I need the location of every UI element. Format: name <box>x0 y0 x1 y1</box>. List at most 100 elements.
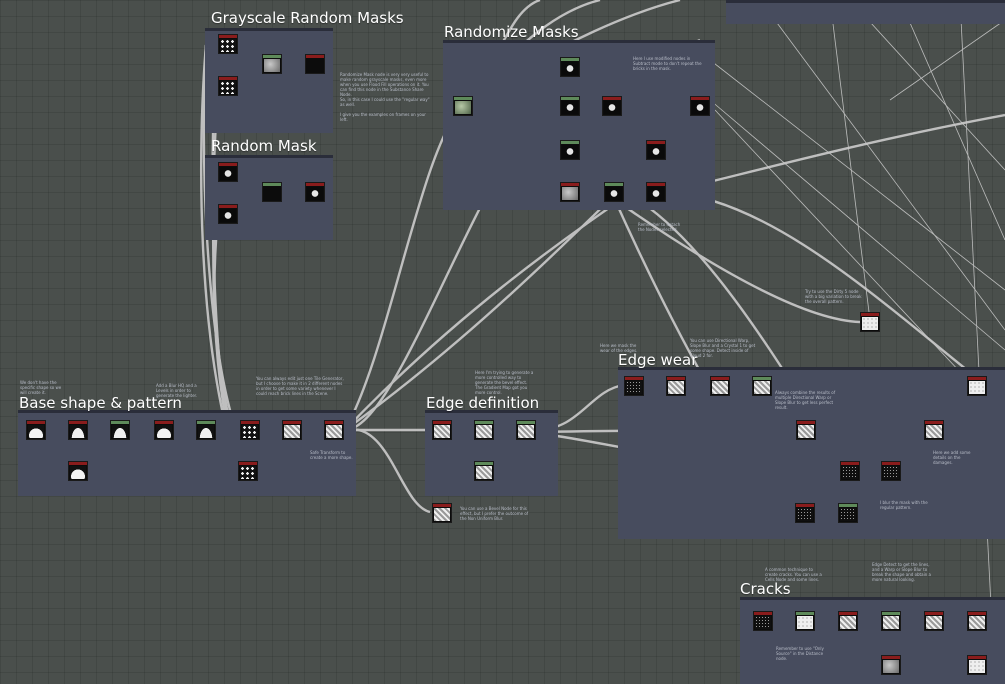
comment-note: You can always edit just one Tile Genera… <box>256 376 344 396</box>
frame-cracks[interactable] <box>740 597 1005 684</box>
node-header <box>753 377 771 380</box>
node-header <box>925 612 943 615</box>
node[interactable] <box>262 182 282 202</box>
node-header <box>561 183 579 186</box>
node[interactable] <box>282 420 302 440</box>
node[interactable] <box>796 420 816 440</box>
node[interactable] <box>305 182 325 202</box>
node-header <box>69 421 87 424</box>
node-header <box>667 377 685 380</box>
node-header <box>306 183 324 186</box>
node[interactable] <box>795 611 815 631</box>
node[interactable] <box>218 34 238 54</box>
node[interactable] <box>560 182 580 202</box>
node-header <box>219 163 237 166</box>
node[interactable] <box>646 182 666 202</box>
frame-title-edge-definition: Edge definition <box>426 394 540 412</box>
node-header <box>517 421 535 424</box>
node-header <box>239 462 257 465</box>
node[interactable] <box>666 376 686 396</box>
comment-note: Here we mask the wear of the edges. <box>600 343 638 353</box>
node-thumbnail <box>926 425 942 438</box>
node[interactable] <box>604 182 624 202</box>
node-header <box>797 421 815 424</box>
node[interactable] <box>453 96 473 116</box>
node[interactable] <box>924 420 944 440</box>
node[interactable] <box>924 611 944 631</box>
frame-title-edge-wear: Edge wear <box>618 351 698 369</box>
node[interactable] <box>624 376 644 396</box>
node[interactable] <box>68 461 88 481</box>
comment-note: Randomize Mask node is very very useful … <box>340 72 429 97</box>
node[interactable] <box>967 655 987 675</box>
node-thumbnail <box>112 425 128 438</box>
node[interactable] <box>110 420 130 440</box>
node[interactable] <box>474 420 494 440</box>
comment-note: We don't have the specific shape so we w… <box>20 380 62 395</box>
node[interactable] <box>432 420 452 440</box>
node[interactable] <box>560 140 580 160</box>
node-thumbnail <box>562 62 578 75</box>
node-thumbnail <box>562 101 578 114</box>
frame-title-grayscale-random-masks: Grayscale Random Masks <box>211 9 404 27</box>
node-thumbnail <box>455 101 471 114</box>
node[interactable] <box>240 420 260 440</box>
node[interactable] <box>881 655 901 675</box>
node-header <box>27 421 45 424</box>
node[interactable] <box>432 503 452 523</box>
node[interactable] <box>710 376 730 396</box>
node[interactable] <box>840 461 860 481</box>
node[interactable] <box>753 611 773 631</box>
node-thumbnail <box>264 59 280 72</box>
node[interactable] <box>218 76 238 96</box>
node[interactable] <box>967 376 987 396</box>
comment-note: Here I use modified nodes in Subtract mo… <box>633 56 702 71</box>
node[interactable] <box>218 204 238 224</box>
node[interactable] <box>967 611 987 631</box>
node[interactable] <box>474 461 494 481</box>
node[interactable] <box>838 611 858 631</box>
node[interactable] <box>305 54 325 74</box>
node-header <box>647 183 665 186</box>
node[interactable] <box>324 420 344 440</box>
node[interactable] <box>196 420 216 440</box>
node[interactable] <box>646 140 666 160</box>
node[interactable] <box>560 96 580 116</box>
node-thumbnail <box>476 466 492 479</box>
node-header <box>839 504 857 507</box>
node[interactable] <box>752 376 772 396</box>
node-header <box>263 55 281 58</box>
node[interactable] <box>154 420 174 440</box>
node-thumbnail <box>712 381 728 394</box>
node-header <box>968 612 986 615</box>
node[interactable] <box>262 54 282 74</box>
node[interactable] <box>881 461 901 481</box>
node[interactable] <box>838 503 858 523</box>
node-thumbnail <box>264 187 280 200</box>
node[interactable] <box>238 461 258 481</box>
node-thumbnail <box>434 508 450 521</box>
node-thumbnail <box>862 317 878 330</box>
node[interactable] <box>602 96 622 116</box>
node-thumbnail <box>156 425 172 438</box>
node[interactable] <box>26 420 46 440</box>
node[interactable] <box>218 162 238 182</box>
node[interactable] <box>516 420 536 440</box>
node-thumbnail <box>840 616 856 629</box>
node[interactable] <box>690 96 710 116</box>
comment-note: Remember to detach the Nodes selected. <box>638 222 681 232</box>
node[interactable] <box>560 57 580 77</box>
node-header <box>306 55 324 58</box>
node[interactable] <box>881 611 901 631</box>
node-header <box>561 141 579 144</box>
node-thumbnail <box>284 425 300 438</box>
node-header <box>882 612 900 615</box>
node[interactable] <box>68 420 88 440</box>
node-thumbnail <box>798 425 814 438</box>
node[interactable] <box>860 312 880 332</box>
comment-note: Here I'm trying to generate a more contr… <box>475 370 534 395</box>
node[interactable] <box>795 503 815 523</box>
comment-note: I blur the mask with the regular pattern… <box>880 500 928 510</box>
node-thumbnail <box>604 101 620 114</box>
node-thumbnail <box>883 466 899 479</box>
